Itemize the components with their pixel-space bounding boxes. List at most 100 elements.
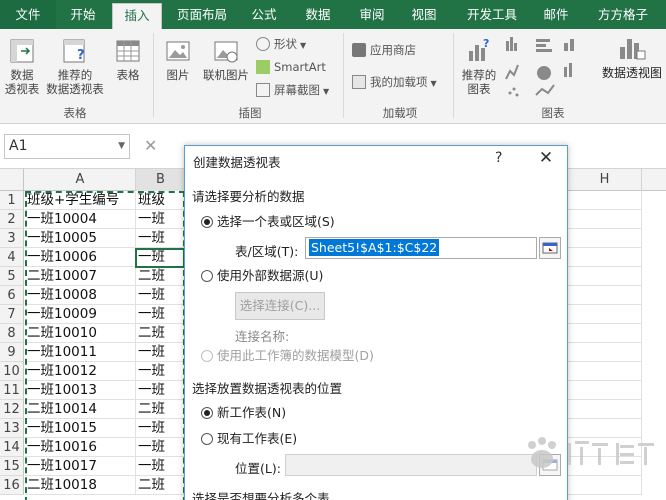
online-picture-button[interactable]: 联机图片 bbox=[200, 37, 252, 82]
row-header[interactable]: 6 bbox=[0, 286, 24, 305]
close-icon[interactable]: ✕ bbox=[535, 148, 557, 168]
row-header[interactable]: 7 bbox=[0, 305, 24, 324]
cell-column-b[interactable]: 一班 bbox=[136, 305, 186, 324]
cell-column-b[interactable]: 一班 bbox=[136, 286, 186, 305]
cell-column-h[interactable] bbox=[568, 305, 642, 324]
cell-column-h[interactable] bbox=[568, 343, 642, 362]
cell-column-b[interactable]: 一班 bbox=[136, 438, 186, 457]
picture-button[interactable]: 图片 bbox=[158, 37, 198, 82]
tab-mail[interactable]: 邮件 bbox=[534, 0, 578, 29]
tab-file[interactable]: 文件 bbox=[0, 0, 56, 29]
radio-external-source[interactable]: 使用外部数据源(U) bbox=[201, 267, 323, 285]
radio-existing-worksheet[interactable]: 现有工作表(E) bbox=[201, 430, 297, 448]
cell-column-b[interactable]: 一班 bbox=[136, 248, 186, 267]
tab-view[interactable]: 视图 bbox=[402, 0, 446, 29]
tab-fangfang[interactable]: 方方格子 bbox=[588, 0, 658, 29]
chevron-down-icon[interactable]: ▼ bbox=[118, 135, 125, 158]
recommended-charts-button[interactable]: ? 推荐的 图表 bbox=[458, 37, 500, 96]
cell-column-b[interactable]: 一班 bbox=[136, 457, 186, 476]
cell-column-a[interactable]: 一班10005 bbox=[25, 229, 136, 248]
radio-data-model[interactable]: 使用此工作簿的数据模型(D) bbox=[201, 347, 374, 365]
cell-column-h[interactable] bbox=[568, 267, 642, 286]
cell-column-b[interactable]: 一班 bbox=[136, 362, 186, 381]
row-header[interactable]: 16 bbox=[0, 476, 24, 495]
location-input[interactable] bbox=[285, 454, 537, 476]
cell-column-b[interactable]: 一班 bbox=[136, 229, 186, 248]
tab-formulas[interactable]: 公式 bbox=[242, 0, 286, 29]
select-all-corner[interactable] bbox=[0, 169, 24, 191]
cell-column-a[interactable]: 一班10015 bbox=[25, 419, 136, 438]
choose-connection-button[interactable]: 选择连接(C)... bbox=[235, 292, 325, 320]
cell-column-a[interactable]: 一班10013 bbox=[25, 381, 136, 400]
my-addins-button[interactable]: 我的加载项 ▼ bbox=[352, 73, 437, 91]
cell-column-b[interactable]: 一班 bbox=[136, 419, 186, 438]
cell-column-a[interactable]: 班级+学生编号 bbox=[25, 191, 136, 210]
column-header-b[interactable]: B bbox=[136, 169, 186, 191]
cell-column-a[interactable]: 一班10016 bbox=[25, 438, 136, 457]
table-range-input[interactable]: Sheet5!$A$1:$C$22 bbox=[305, 237, 537, 259]
cell-column-a[interactable]: 一班10009 bbox=[25, 305, 136, 324]
screenshot-button[interactable]: 屏幕截图 ▼ bbox=[256, 81, 329, 99]
tab-developer[interactable]: 开发工具 bbox=[458, 0, 526, 29]
row-header[interactable]: 12 bbox=[0, 400, 24, 419]
pivot-table-button[interactable]: 数据 透视表 bbox=[2, 37, 42, 96]
range-selector-button[interactable] bbox=[539, 237, 561, 259]
cell-column-h[interactable] bbox=[568, 362, 642, 381]
cell-column-b[interactable]: 一班 bbox=[136, 210, 186, 229]
tab-insert[interactable]: 插入 bbox=[112, 3, 162, 29]
cell-column-a[interactable]: 一班10004 bbox=[25, 210, 136, 229]
row-header[interactable]: 4 bbox=[0, 248, 24, 267]
cell-column-h[interactable] bbox=[568, 381, 642, 400]
cell-column-b[interactable]: 二班 bbox=[136, 400, 186, 419]
row-header[interactable]: 3 bbox=[0, 229, 24, 248]
row-header[interactable]: 10 bbox=[0, 362, 24, 381]
row-header[interactable]: 1 bbox=[0, 191, 24, 210]
app-store-button[interactable]: 应用商店 bbox=[352, 41, 416, 59]
cell-column-a[interactable]: 一班10017 bbox=[25, 457, 136, 476]
column-header-a[interactable]: A bbox=[25, 169, 136, 191]
cell-column-h[interactable] bbox=[568, 324, 642, 343]
cell-column-a[interactable]: 二班10014 bbox=[25, 400, 136, 419]
cell-column-h[interactable] bbox=[568, 191, 642, 210]
cell-column-h[interactable] bbox=[568, 248, 642, 267]
tab-data[interactable]: 数据 bbox=[296, 0, 340, 29]
row-header[interactable]: 2 bbox=[0, 210, 24, 229]
recommended-pivot-button[interactable]: ? 推荐的 数据透视表 bbox=[44, 37, 106, 96]
cell-column-h[interactable] bbox=[568, 210, 642, 229]
cell-column-a[interactable]: 一班10008 bbox=[25, 286, 136, 305]
shapes-button[interactable]: 形状 ▼ bbox=[256, 35, 306, 53]
radio-select-table-range[interactable]: 选择一个表或区域(S) bbox=[201, 213, 335, 231]
chart-types-gallery[interactable] bbox=[504, 35, 596, 101]
row-header[interactable]: 9 bbox=[0, 343, 24, 362]
row-header[interactable]: 14 bbox=[0, 438, 24, 457]
cell-column-h[interactable] bbox=[568, 229, 642, 248]
radio-new-worksheet[interactable]: 新工作表(N) bbox=[201, 404, 286, 422]
cell-column-b[interactable]: 二班 bbox=[136, 267, 186, 286]
tab-review[interactable]: 审阅 bbox=[350, 0, 394, 29]
cell-column-a[interactable]: 二班10007 bbox=[25, 267, 136, 286]
cell-column-a[interactable]: 一班10012 bbox=[25, 362, 136, 381]
tab-page-layout[interactable]: 页面布局 bbox=[168, 0, 236, 29]
cell-column-b[interactable]: 一班 bbox=[136, 343, 186, 362]
row-header[interactable]: 13 bbox=[0, 419, 24, 438]
row-header[interactable]: 8 bbox=[0, 324, 24, 343]
row-header[interactable]: 11 bbox=[0, 381, 24, 400]
cell-column-a[interactable]: 二班10010 bbox=[25, 324, 136, 343]
cell-column-a[interactable]: 一班10011 bbox=[25, 343, 136, 362]
cell-column-h[interactable] bbox=[568, 286, 642, 305]
help-icon[interactable]: ? bbox=[495, 150, 502, 166]
cell-column-a[interactable]: 一班10006 bbox=[25, 248, 136, 267]
table-button[interactable]: 表格 bbox=[108, 37, 148, 82]
smartart-button[interactable]: SmartArt bbox=[256, 58, 326, 76]
cell-column-b[interactable]: 二班 bbox=[136, 324, 186, 343]
cell-column-b[interactable]: 一班 bbox=[136, 381, 186, 400]
column-header-h[interactable]: H bbox=[568, 169, 642, 191]
cell-column-h[interactable] bbox=[568, 476, 642, 495]
cell-column-b[interactable]: 班级 bbox=[136, 191, 186, 210]
cell-column-a[interactable]: 二班10018 bbox=[25, 476, 136, 495]
name-box[interactable]: A1 ▼ bbox=[4, 134, 130, 159]
cell-column-h[interactable] bbox=[568, 400, 642, 419]
row-header[interactable]: 5 bbox=[0, 267, 24, 286]
cell-column-b[interactable]: 二班 bbox=[136, 476, 186, 495]
pivot-chart-button[interactable]: 数据透视图 bbox=[600, 33, 664, 80]
